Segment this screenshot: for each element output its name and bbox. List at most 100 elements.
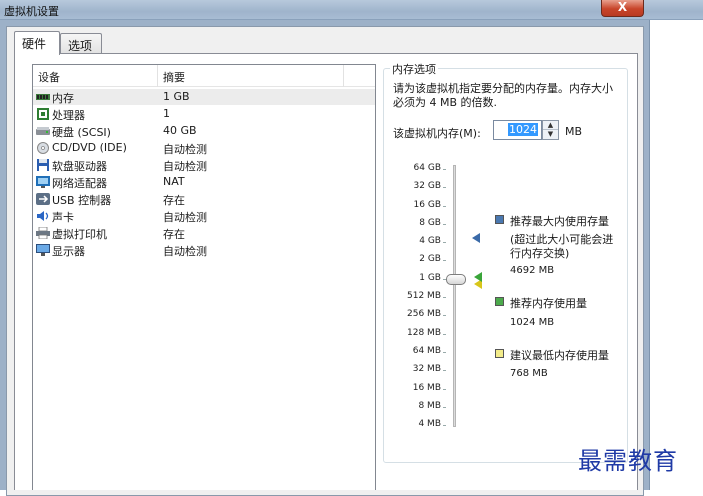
scale-tick: [443, 297, 446, 298]
scale-label: 64 GB: [413, 163, 441, 173]
device-name: 显示器: [52, 245, 85, 258]
scale-tick: [443, 425, 446, 426]
scale-label: 32 MB: [412, 364, 441, 374]
printer-icon: [36, 227, 50, 239]
device-name: 处理器: [52, 109, 85, 122]
device-summary: 1 GB: [163, 90, 190, 103]
scale-label: 4 GB: [419, 236, 441, 246]
scale-label: 8 MB: [418, 401, 441, 411]
device-row-processor[interactable]: 处理器 1: [33, 106, 375, 122]
legend-max-note: (超过此大小可能会进行内存交换): [510, 233, 614, 260]
list-header: 设备 摘要: [33, 65, 375, 87]
memory-field-label: 该虚拟机内存(M):: [393, 127, 481, 140]
scale-label: 16 GB: [413, 200, 441, 210]
device-row-display[interactable]: 显示器 自动检测: [33, 242, 375, 258]
scale-tick: [443, 389, 446, 390]
device-summary: 自动检测: [163, 143, 207, 156]
memory-icon: [36, 94, 50, 100]
memory-size-value: 1024: [508, 123, 538, 136]
header-device[interactable]: 设备: [38, 69, 60, 85]
device-summary: 存在: [163, 228, 185, 241]
scale-label: 64 MB: [412, 346, 441, 356]
header-summary[interactable]: 摘要: [163, 69, 185, 85]
legend-max-title: 推荐最大内使用存量: [510, 215, 609, 228]
scale-label: 8 GB: [419, 218, 441, 228]
memory-spinner[interactable]: ▲ ▼: [542, 120, 559, 140]
memory-group-title: 内存选项: [390, 61, 438, 77]
scale-label: 2 GB: [419, 254, 441, 264]
memory-description: 请为该虚拟机指定要分配的内存量。内存大小必须为 4 MB 的倍数.: [393, 82, 613, 109]
device-name: 软盘驱动器: [52, 160, 107, 173]
legend-recommended-swatch: [495, 297, 504, 306]
device-name: 内存: [52, 92, 74, 105]
title-bar: 虚拟机设置: [0, 0, 703, 20]
device-summary: 存在: [163, 194, 185, 207]
memory-slider-thumb[interactable]: [446, 274, 466, 285]
scale-label: 512 MB: [407, 291, 441, 301]
legend-minimum-swatch: [495, 349, 504, 358]
device-row-cd-dvd[interactable]: CD/DVD (IDE) 自动检测: [33, 140, 375, 156]
device-summary: 40 GB: [163, 124, 197, 137]
device-row-hard-disk[interactable]: 硬盘 (SCSI) 40 GB: [33, 123, 375, 139]
scale-label: 128 MB: [407, 328, 441, 338]
device-row-memory[interactable]: 内存 1 GB: [33, 89, 375, 105]
scale-tick: [443, 315, 446, 316]
device-summary: 1: [163, 107, 170, 120]
device-name: 虚拟打印机: [52, 228, 107, 241]
scale-tick: [443, 224, 446, 225]
scale-tick: [443, 260, 446, 261]
device-list: 设备 摘要 内存 1 GB 处理器 1 硬盘 (SCSI) 40 GB CD/D…: [32, 64, 376, 490]
column-separator: [343, 65, 344, 87]
scale-tick: [443, 334, 446, 335]
device-row-usb[interactable]: USB 控制器 存在: [33, 191, 375, 207]
hard-disk-icon: [36, 127, 50, 135]
device-summary: NAT: [163, 175, 185, 188]
column-separator: [157, 65, 158, 87]
scale-label: 256 MB: [407, 309, 441, 319]
device-name: 硬盘 (SCSI): [52, 126, 111, 139]
spin-down-icon[interactable]: ▼: [543, 130, 558, 139]
legend-recommended-title: 推荐内存使用量: [510, 297, 587, 310]
device-row-printer[interactable]: 虚拟打印机 存在: [33, 225, 375, 241]
device-summary: 自动检测: [163, 211, 207, 224]
cd-dvd-icon: [37, 142, 49, 154]
scale-tick: [443, 169, 446, 170]
close-button[interactable]: X: [601, 0, 644, 17]
device-name: 声卡: [52, 211, 74, 224]
watermark: 最需教育: [578, 447, 678, 475]
device-summary: 自动检测: [163, 160, 207, 173]
memory-slider-track[interactable]: [453, 165, 456, 427]
window-title: 虚拟机设置: [4, 5, 59, 18]
scale-tick: [443, 187, 446, 188]
scale-tick: [443, 206, 446, 207]
spin-up-icon[interactable]: ▲: [543, 121, 558, 130]
tab-options[interactable]: 选项: [60, 33, 102, 54]
sound-card-icon: [37, 211, 49, 221]
network-adapter-icon: [36, 176, 50, 188]
tab-hardware[interactable]: 硬件: [14, 31, 60, 55]
legend-max-value: 4692 MB: [510, 265, 555, 276]
device-row-network[interactable]: 网络适配器 NAT: [33, 174, 375, 190]
legend-minimum-value: 768 MB: [510, 368, 548, 379]
scale-tick: [443, 370, 446, 371]
device-name: 网络适配器: [52, 177, 107, 190]
device-row-sound[interactable]: 声卡 自动检测: [33, 208, 375, 224]
processor-icon: [37, 108, 49, 120]
max-recommended-marker-icon: [472, 233, 480, 243]
device-row-floppy[interactable]: 软盘驱动器 自动检测: [33, 157, 375, 173]
legend-recommended-value: 1024 MB: [510, 317, 555, 328]
scale-label: 16 MB: [412, 383, 441, 393]
floppy-icon: [37, 159, 49, 171]
legend-max-swatch: [495, 215, 504, 224]
scale-tick: [443, 407, 446, 408]
usb-icon: [36, 193, 50, 205]
device-name: CD/DVD (IDE): [52, 141, 127, 154]
device-summary: 自动检测: [163, 245, 207, 258]
memory-size-input[interactable]: 1024: [493, 120, 542, 140]
device-name: USB 控制器: [52, 194, 112, 207]
memory-unit: MB: [565, 125, 583, 138]
scale-label: 32 GB: [413, 181, 441, 191]
scale-label: 1 GB: [419, 273, 441, 283]
scale-label: 4 MB: [418, 419, 441, 429]
display-icon: [36, 244, 50, 256]
